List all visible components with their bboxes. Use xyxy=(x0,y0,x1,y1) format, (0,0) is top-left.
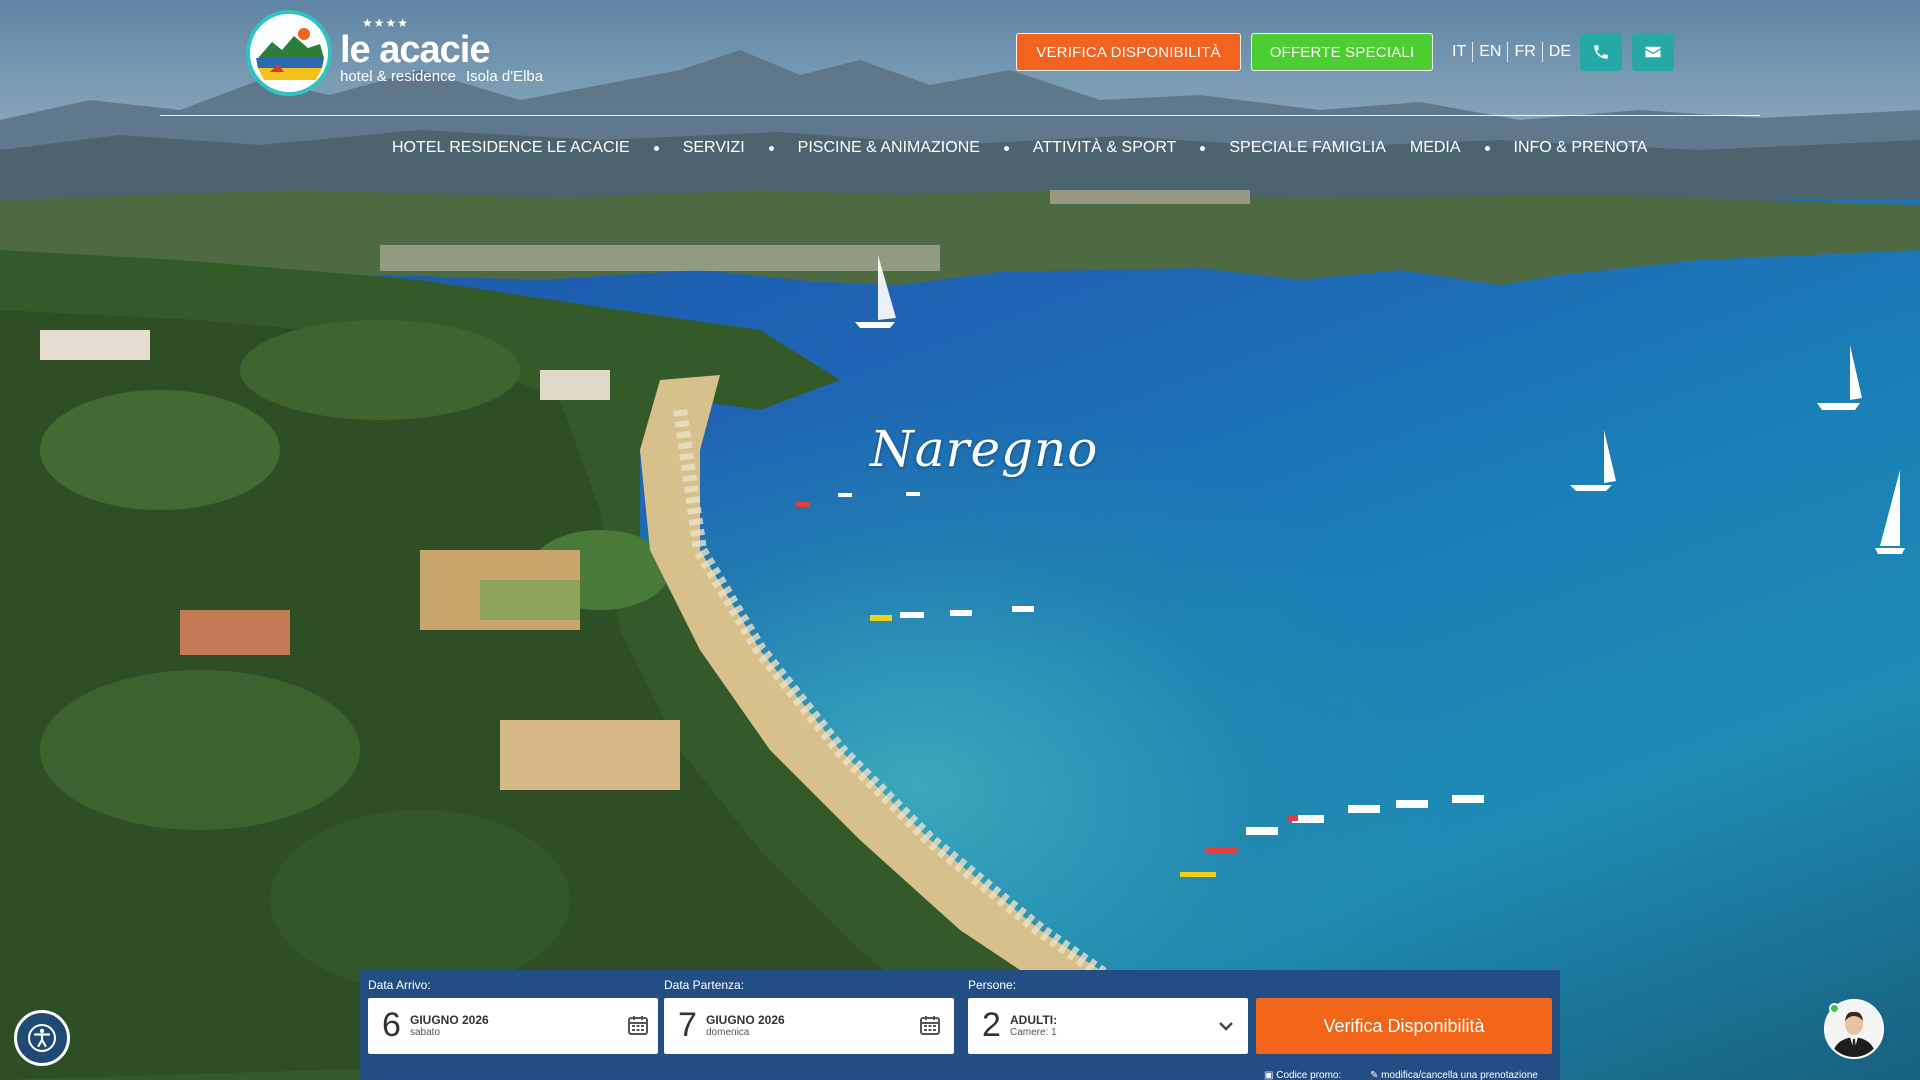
accessibility-icon xyxy=(28,1024,56,1052)
arrival-day: 6 xyxy=(382,1006,401,1044)
email-button[interactable] xyxy=(1632,33,1674,71)
logo-emblem-icon xyxy=(246,10,332,96)
hotel-subtitle: hotel & residence xyxy=(340,68,456,85)
arrival-date-field[interactable]: 6 GIUGNO 2026 sabato xyxy=(368,998,658,1054)
nav-item-info-prenota[interactable]: INFO & PRENOTA xyxy=(1502,136,1660,160)
phone-icon xyxy=(1594,45,1608,59)
manage-booking-label: modifica/cancella una prenotazione xyxy=(1381,1070,1538,1080)
calendar-icon xyxy=(920,1016,940,1035)
nav-separator xyxy=(1003,145,1009,151)
nav-separator xyxy=(653,145,659,151)
nav-separator xyxy=(1484,145,1490,151)
departure-date-field[interactable]: 7 GIUGNO 2026 domenica xyxy=(664,998,954,1054)
lang-de[interactable]: DE xyxy=(1543,42,1577,62)
arrival-month: GIUGNO 2026 xyxy=(410,1013,489,1027)
special-offers-button[interactable]: OFFERTE SPECIALI xyxy=(1251,33,1433,71)
lang-en[interactable]: EN xyxy=(1473,42,1509,62)
nav-item-attivita-sport[interactable]: ATTIVITÀ & SPORT xyxy=(1021,136,1188,160)
chevron-down-icon xyxy=(1219,1022,1233,1031)
verify-availability-button[interactable]: VERIFICA DISPONIBILITÀ xyxy=(1016,33,1241,71)
header-divider xyxy=(160,115,1760,116)
hotel-name: le acacie xyxy=(340,29,490,71)
departure-weekday: domenica xyxy=(706,1027,750,1038)
nav-item-hotel-residence[interactable]: HOTEL RESIDENCE LE ACACIE xyxy=(380,136,642,160)
lang-it[interactable]: IT xyxy=(1446,42,1474,62)
rooms-count: Camere: 1 xyxy=(1010,1027,1057,1038)
nav-separator xyxy=(768,145,774,151)
check-availability-button[interactable]: Verifica Disponibilità xyxy=(1256,998,1552,1054)
nav-item-speciale-famiglia[interactable]: SPECIALE FAMIGLIA xyxy=(1217,136,1398,160)
tag-icon: ▣ xyxy=(1264,1070,1277,1080)
lang-fr[interactable]: FR xyxy=(1508,42,1543,62)
guests-selector[interactable]: 2 ADULTI: Camere: 1 xyxy=(968,998,1248,1054)
hero-background xyxy=(0,0,1920,1080)
manage-booking-link[interactable]: ✎ modifica/cancella una prenotazione xyxy=(1370,1070,1538,1080)
envelope-icon xyxy=(1645,46,1661,58)
departure-month: GIUGNO 2026 xyxy=(706,1013,785,1027)
main-navigation: HOTEL RESIDENCE LE ACACIE SERVIZI PISCIN… xyxy=(380,136,1659,160)
guests-label: Persone: xyxy=(968,978,1017,992)
nav-separator xyxy=(1200,145,1206,151)
nav-item-piscine-animazione[interactable]: PISCINE & ANIMAZIONE xyxy=(786,136,992,160)
booking-widget: Data Arrivo: 6 GIUGNO 2026 sabato Data P… xyxy=(360,970,1560,1080)
guests-type: ADULTI: xyxy=(1010,1013,1058,1027)
accessibility-button[interactable] xyxy=(14,1010,70,1066)
hotel-logo[interactable]: ★★★★ le acacie hotel & residence Isola d… xyxy=(246,10,546,98)
arrival-weekday: sabato xyxy=(410,1027,441,1038)
promo-code-link[interactable]: ▣ Codice promo: xyxy=(1264,1070,1341,1080)
arrival-date-label: Data Arrivo: xyxy=(368,978,431,992)
promo-code-label: Codice promo: xyxy=(1276,1070,1342,1080)
edit-icon: ✎ xyxy=(1370,1070,1382,1080)
calendar-icon xyxy=(628,1016,648,1035)
location-caption: Naregno xyxy=(870,420,1099,478)
hotel-location: Isola d'Elba xyxy=(466,68,544,85)
departure-date-label: Data Partenza: xyxy=(664,978,745,992)
departure-day: 7 xyxy=(678,1006,697,1044)
phone-button[interactable] xyxy=(1580,33,1622,71)
online-status-indicator xyxy=(1829,1003,1840,1014)
nav-item-servizi[interactable]: SERVIZI xyxy=(671,136,757,160)
language-switcher: IT EN FR DE xyxy=(1446,42,1577,62)
guests-count: 2 xyxy=(982,1006,1001,1044)
boats xyxy=(796,255,1905,877)
nav-item-media[interactable]: MEDIA xyxy=(1398,136,1473,160)
